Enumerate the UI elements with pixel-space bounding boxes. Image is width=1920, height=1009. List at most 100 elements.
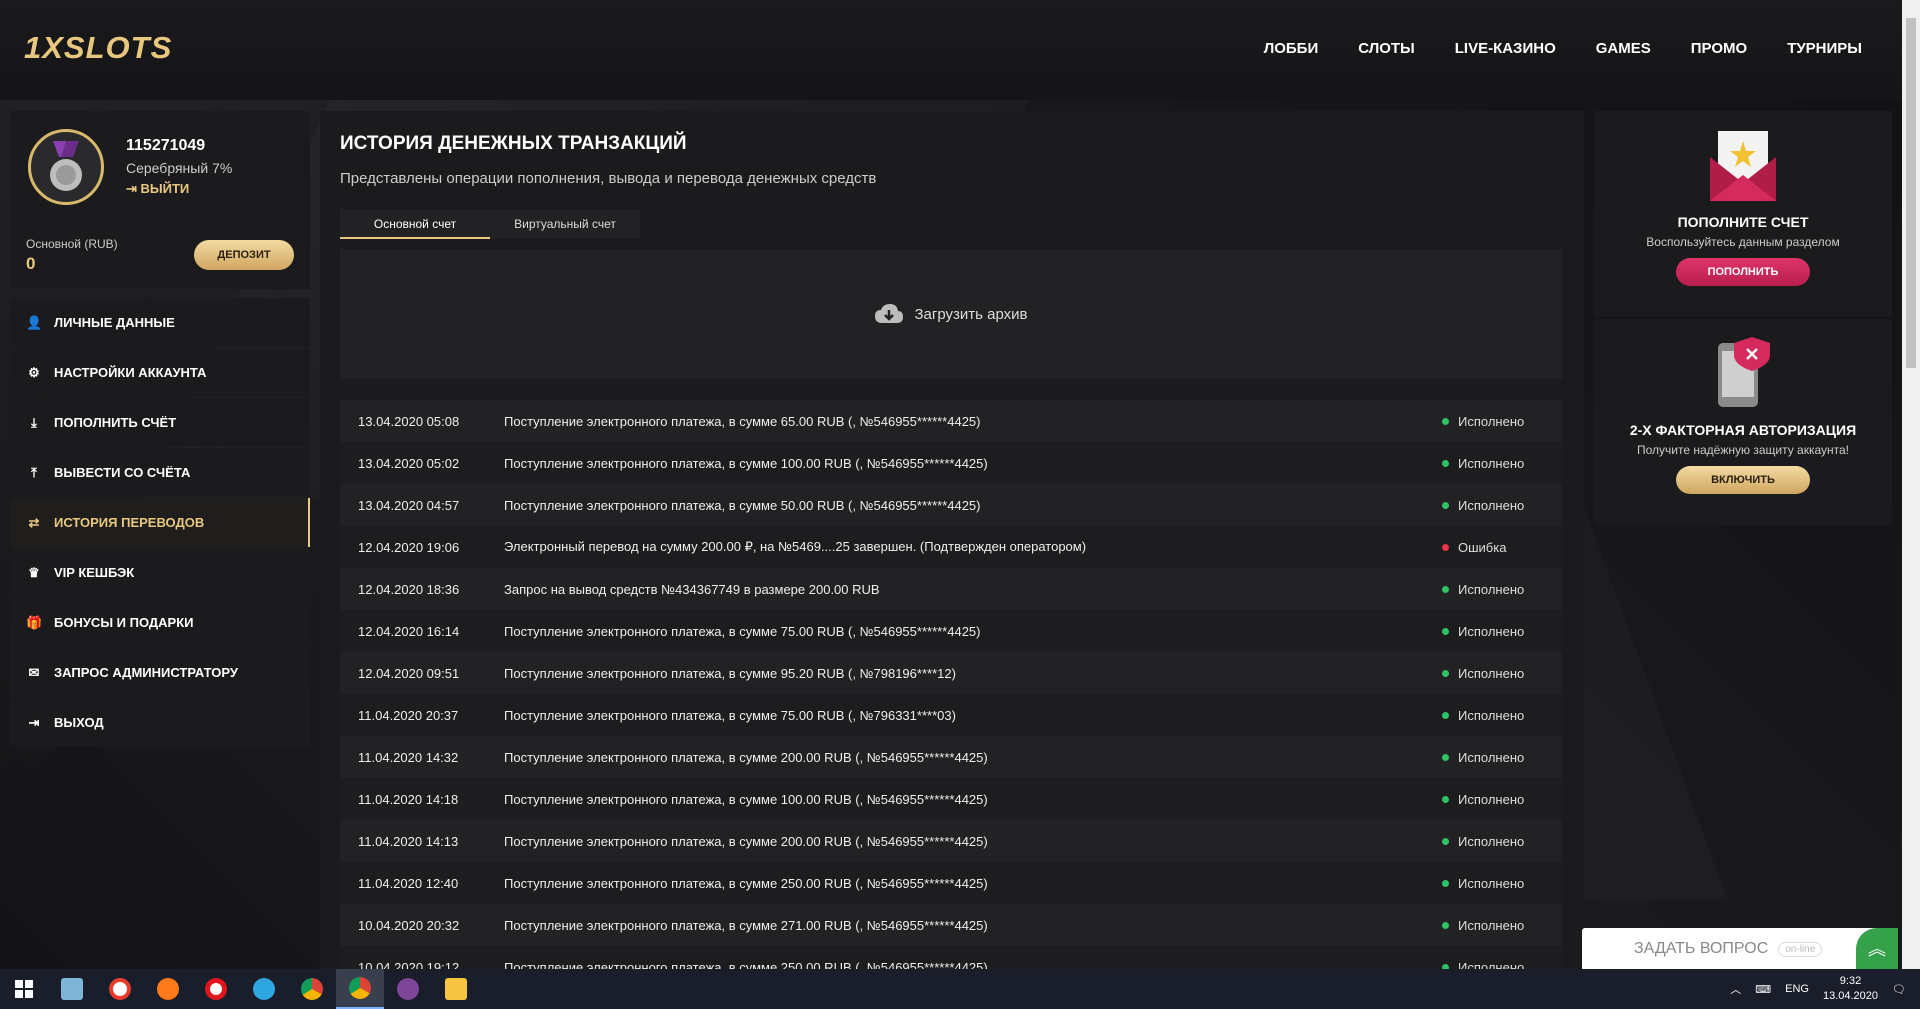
tab-virtual-account[interactable]: Виртуальный счет bbox=[490, 209, 640, 239]
site-logo[interactable]: 1XSLOTS bbox=[24, 30, 172, 66]
scrollbar-thumb[interactable] bbox=[1906, 18, 1916, 368]
user-icon: 👤 bbox=[26, 314, 43, 330]
transaction-status: Исполнено bbox=[1442, 456, 1562, 471]
transaction-date: 13.04.2020 04:57 bbox=[358, 497, 460, 513]
menu-item-exit[interactable]: ⇥ ВЫХОД bbox=[10, 698, 310, 747]
chevron-up-tray-icon[interactable]: ︿ bbox=[1730, 981, 1741, 997]
chrome-icon[interactable] bbox=[288, 969, 336, 1009]
nav-promo[interactable]: ПРОМО bbox=[1691, 40, 1747, 57]
transaction-date: 12.04.2020 16:14 bbox=[358, 623, 460, 639]
chevron-up-icon[interactable]: ︽ bbox=[1856, 928, 1898, 969]
deposit-promo-title: ПОПОЛНИТЕ СЧЕТ bbox=[1677, 214, 1809, 230]
main-nav: ЛОББИ СЛОТЫ LIVE-КАЗИНО GAMES ПРОМО ТУРН… bbox=[1264, 40, 1862, 57]
table-row: 11.04.2020 12:40 Поступление электронного… bbox=[340, 862, 1562, 904]
transaction-description: Запрос на вывод средств №434367749 в раз… bbox=[504, 581, 880, 597]
telegram-icon[interactable] bbox=[240, 969, 288, 1009]
status-label: Исполнено bbox=[1458, 791, 1525, 807]
transfer-icon: ⇄ bbox=[28, 514, 40, 530]
app-icon[interactable] bbox=[48, 969, 96, 1009]
logout-link[interactable]: ⇥ ВЫЙТИ bbox=[126, 181, 189, 197]
menu-item-admin-request[interactable]: ✉ ЗАПРОС АДМИНИСТРАТОРУ bbox=[10, 648, 310, 697]
status-label: Исполнено bbox=[1458, 959, 1525, 970]
cloud-download-icon bbox=[875, 304, 904, 323]
status-label: Исполнено bbox=[1458, 875, 1525, 891]
transaction-description: Поступление электронного платежа, в сумм… bbox=[504, 959, 988, 970]
topup-button[interactable]: ПОПОЛНИТЬ bbox=[1676, 258, 1810, 286]
tab-main-account[interactable]: Основной счет bbox=[340, 209, 490, 239]
transactions-panel: ИСТОРИЯ ДЕНЕЖНЫХ ТРАНЗАКЦИЙ Представлены… bbox=[320, 111, 1584, 969]
status-label: Исполнено bbox=[1458, 749, 1525, 765]
status-dot-icon bbox=[1442, 585, 1449, 593]
language-indicator[interactable]: ENG bbox=[1785, 983, 1809, 995]
nav-slots[interactable]: СЛОТЫ bbox=[1358, 40, 1415, 57]
transaction-description: Поступление электронного платежа, в сумм… bbox=[504, 791, 988, 807]
menu-label: НАСТРОЙКИ АККАУНТА bbox=[54, 365, 207, 380]
status-dot-icon bbox=[1442, 501, 1449, 509]
file-explorer-icon[interactable] bbox=[432, 969, 480, 1009]
status-dot-icon bbox=[1442, 837, 1449, 845]
opera-icon[interactable] bbox=[192, 969, 240, 1009]
table-row: 11.04.2020 14:18 Поступление электронного… bbox=[340, 778, 1562, 820]
status-label: Исполнено bbox=[1458, 665, 1525, 681]
page-scrollbar[interactable] bbox=[1902, 0, 1920, 969]
clock[interactable]: 9:32 13.04.2020 bbox=[1823, 974, 1878, 1004]
menu-label: ВЫВЕСТИ СО СЧЁТА bbox=[54, 465, 191, 480]
table-row: 13.04.2020 05:02 Поступление электронного… bbox=[340, 442, 1562, 484]
balance-value: 0 bbox=[26, 254, 36, 273]
keyboard-icon[interactable]: ⌨ bbox=[1755, 983, 1771, 996]
chrome-active-icon[interactable] bbox=[336, 969, 384, 1009]
status-dot-icon bbox=[1442, 459, 1449, 467]
status-label: Исполнено bbox=[1458, 917, 1525, 933]
transaction-status: Исполнено bbox=[1442, 624, 1562, 639]
two-factor-subtitle: Получите надёжную защиту аккаунта! bbox=[1636, 443, 1849, 457]
nav-tournaments[interactable]: ТУРНИРЫ bbox=[1787, 40, 1862, 57]
enable-2fa-button[interactable]: ВКЛЮЧИТЬ bbox=[1676, 466, 1810, 494]
transaction-description: Поступление электронного платежа, в сумм… bbox=[504, 623, 981, 639]
transaction-status: Исполнено bbox=[1442, 959, 1562, 970]
transaction-date: 12.04.2020 18:36 bbox=[358, 581, 460, 597]
menu-item-withdraw[interactable]: ⤒ ВЫВЕСТИ СО СЧЁТА bbox=[10, 448, 310, 497]
tor-browser-icon[interactable] bbox=[384, 969, 432, 1009]
user-level: Серебряный 7% bbox=[126, 160, 233, 176]
menu-item-bonuses[interactable]: 🎁 БОНУСЫ И ПОДАРКИ bbox=[10, 598, 310, 647]
transaction-status: Исполнено bbox=[1442, 792, 1562, 807]
table-row: 12.04.2020 16:14 Поступление электронного… bbox=[340, 610, 1562, 652]
transaction-description: Поступление электронного платежа, в сумм… bbox=[504, 455, 988, 471]
status-label: Исполнено bbox=[1458, 707, 1525, 723]
table-row: 11.04.2020 20:37 Поступление электронного… bbox=[340, 694, 1562, 736]
table-row: 12.04.2020 09:51 Поступление электронного… bbox=[340, 652, 1562, 694]
menu-item-deposit[interactable]: ⤓ ПОПОЛНИТЬ СЧЁТ bbox=[10, 398, 310, 447]
yandex-browser-icon[interactable] bbox=[96, 969, 144, 1009]
transaction-description: Электронный перевод на сумму 200.00 ₽, н… bbox=[504, 539, 1087, 554]
windows-start-icon[interactable] bbox=[0, 969, 48, 1009]
menu-item-transfer-history[interactable]: ⇄ ИСТОРИЯ ПЕРЕВОДОВ bbox=[10, 498, 310, 547]
page-title: ИСТОРИЯ ДЕНЕЖНЫХ ТРАНЗАКЦИЙ bbox=[340, 133, 687, 154]
table-row: 12.04.2020 18:36 Запрос на вывод средств … bbox=[340, 568, 1562, 610]
menu-item-account-settings[interactable]: ⚙ НАСТРОЙКИ АККАУНТА bbox=[10, 348, 310, 397]
deposit-button[interactable]: ДЕПОЗИТ bbox=[194, 240, 294, 270]
download-archive-button[interactable]: Загрузить архив bbox=[340, 249, 1562, 379]
nav-lobby[interactable]: ЛОББИ bbox=[1264, 40, 1319, 57]
transaction-description: Поступление электронного платежа, в сумм… bbox=[504, 707, 956, 723]
menu-label: ЛИЧНЫЕ ДАННЫЕ bbox=[54, 315, 175, 330]
nav-games[interactable]: GAMES bbox=[1596, 40, 1651, 57]
envelope-star-icon bbox=[1710, 131, 1776, 201]
status-dot-icon bbox=[1442, 921, 1449, 929]
menu-item-vip-cashback[interactable]: ♛ VIP КЕШБЭК bbox=[10, 548, 310, 597]
table-row: 11.04.2020 14:32 Поступление электронного… bbox=[340, 736, 1562, 778]
notification-icon[interactable]: 🗨 bbox=[1892, 983, 1906, 996]
status-label: Исполнено bbox=[1458, 833, 1525, 849]
two-factor-promo-card: 2-Х ФАКТОРНАЯ АВТОРИЗАЦИЯ Получите надёж… bbox=[1594, 319, 1892, 525]
status-label: Исполнено bbox=[1458, 581, 1525, 597]
status-label: Исполнено bbox=[1458, 413, 1525, 429]
firefox-icon[interactable] bbox=[144, 969, 192, 1009]
status-label: Исполнено bbox=[1458, 623, 1525, 639]
transaction-description: Поступление электронного платежа, в сумм… bbox=[504, 749, 988, 765]
transaction-date: 12.04.2020 09:51 bbox=[358, 665, 460, 681]
balance-label: Основной (RUB) bbox=[26, 237, 118, 251]
chat-widget[interactable]: ЗАДАТЬ ВОПРОС on-line ︽ bbox=[1582, 928, 1898, 969]
table-row: 10.04.2020 19:12 Поступление электронного… bbox=[340, 946, 1562, 969]
menu-item-personal-data[interactable]: 👤 ЛИЧНЫЕ ДАННЫЕ bbox=[10, 298, 310, 347]
nav-live-casino[interactable]: LIVE-КАЗИНО bbox=[1455, 40, 1556, 57]
transaction-status: Исполнено bbox=[1442, 582, 1562, 597]
